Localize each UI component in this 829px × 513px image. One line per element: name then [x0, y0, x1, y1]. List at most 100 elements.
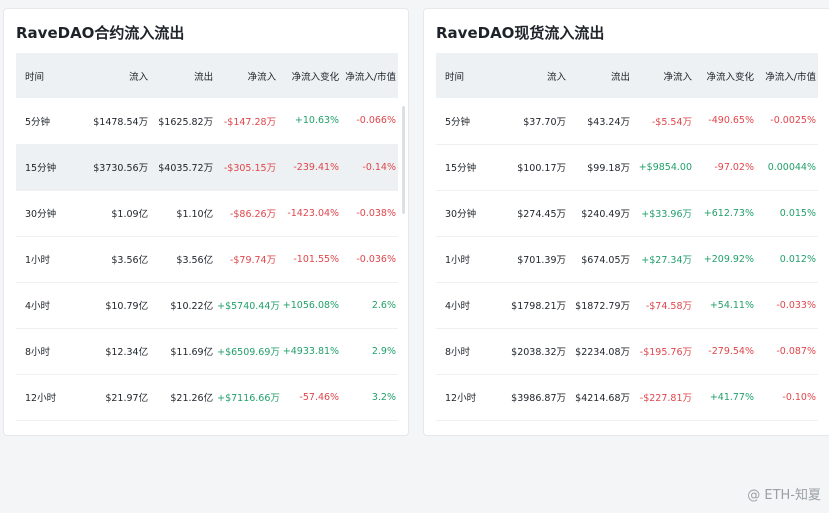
- cell-net-change: -239.41%: [293, 161, 340, 173]
- cell-net-change: +54.11%: [709, 299, 754, 311]
- cell-net-ratio: 3.2%: [371, 391, 396, 403]
- cell-net-ratio: 0.015%: [779, 207, 816, 219]
- cell-net-inflow: +$27.34万: [641, 255, 692, 266]
- cell-outflow: $4035.72万: [158, 163, 214, 174]
- cell-inflow: $1798.21万: [511, 301, 566, 312]
- cell-net-ratio: -0.036%: [356, 253, 396, 265]
- cell-outflow: $674.05万: [581, 255, 630, 266]
- cell-time: 15分钟: [445, 163, 477, 174]
- cell-net-ratio: 2.6%: [371, 299, 396, 311]
- table-row[interactable]: 4小时 $1798.21万 $1872.79万 -$74.58万 +54.11% -0.0…: [436, 282, 818, 328]
- cell-outflow: $11.69亿: [170, 347, 214, 358]
- table-row[interactable]: 15分钟 $100.17万 $99.18万 +$9854.00 -97.02% 0.000…: [436, 144, 818, 190]
- cell-net-change: -490.65%: [708, 115, 754, 127]
- spot-flow-table: 时间 流入 流出 净流入 净流入变化 净流入/市值 5分钟 $37.70万 $43.…: [436, 53, 818, 421]
- table-row[interactable]: 1小时 $701.39万 $674.05万 +$27.34万 +209.92% 0.012…: [436, 236, 818, 282]
- cell-net-ratio: -0.14%: [362, 161, 396, 173]
- table-row[interactable]: 12小时 $3986.87万 $4214.68万 -$227.81万 +41.77% -0…: [436, 374, 818, 420]
- cell-outflow: $1625.82万: [158, 116, 214, 128]
- cell-time: 5分钟: [445, 116, 471, 128]
- col-header-net: 净流入: [247, 71, 277, 83]
- futures-flow-table: 时间 流入 流出 净流入 净流入变化 净流入/市值 5分钟 $1478.54万 $1…: [16, 53, 398, 421]
- cell-net-change: -279.54%: [708, 345, 754, 357]
- table-row[interactable]: 5分钟 $37.70万 $43.24万 -$5.54万 -490.65% -0.0025%: [436, 98, 818, 144]
- cell-net-inflow: +$7116.66万: [217, 393, 280, 404]
- cell-net-ratio: -0.038%: [356, 207, 396, 219]
- futures-table-scrollbar[interactable]: [402, 106, 405, 214]
- cell-inflow: $10.79亿: [105, 301, 149, 312]
- cell-outflow: $99.18万: [587, 163, 630, 174]
- spot-table-container[interactable]: 时间 流入 流出 净流入 净流入变化 净流入/市值 5分钟 $37.70万 $43.…: [436, 53, 818, 429]
- cell-net-change: +41.77%: [709, 391, 754, 403]
- spot-flow-card: RaveDAO现货流入流出 时间 流入 流出 净流入 净流入变化 净流入/市值 …: [423, 8, 829, 436]
- col-header-ratio: 净流入/市值: [765, 71, 816, 83]
- cell-inflow: $12.34亿: [105, 347, 149, 358]
- table-row[interactable]: 30分钟 $274.45万 $240.49万 +$33.96万 +612.73% 0.01…: [436, 190, 818, 236]
- cell-inflow: $3986.87万: [511, 393, 566, 404]
- cell-net-ratio: 0.012%: [779, 253, 816, 265]
- cell-net-ratio: -0.10%: [782, 391, 816, 403]
- cell-outflow: $1.10亿: [176, 209, 214, 220]
- table-row[interactable]: 30分钟 $1.09亿 $1.10亿 -$86.26万 -1423.04% -0.038%: [16, 190, 398, 236]
- cell-net-inflow: -$195.76万: [639, 347, 692, 358]
- cell-net-inflow: -$79.74万: [229, 255, 277, 266]
- cell-time: 4小时: [25, 301, 51, 312]
- col-header-time: 时间: [445, 71, 465, 83]
- table-row[interactable]: 15分钟 $3730.56万 $4035.72万 -$305.15万 -239.41% -…: [16, 144, 398, 190]
- cell-inflow: $274.45万: [517, 209, 566, 220]
- cell-time: 12小时: [445, 393, 477, 404]
- futures-card-title: RaveDAO合约流入流出: [16, 24, 185, 42]
- cell-time: 1小时: [25, 255, 51, 266]
- cell-time: 1小时: [445, 255, 471, 266]
- cell-net-inflow: +$33.96万: [641, 209, 692, 220]
- cell-inflow: $21.97亿: [105, 393, 149, 404]
- table-row[interactable]: 8小时 $2038.32万 $2234.08万 -$195.76万 -279.54% -0…: [436, 328, 818, 374]
- cell-time: 4小时: [445, 301, 471, 312]
- cell-time: 30分钟: [445, 209, 477, 220]
- cell-outflow: $240.49万: [581, 209, 630, 220]
- col-header-inflow: 流入: [546, 71, 566, 83]
- cell-net-change: +209.92%: [703, 253, 754, 265]
- cell-net-change: -101.55%: [293, 253, 340, 265]
- table-row[interactable]: 12小时 $21.97亿 $21.26亿 +$7116.66万 -57.46% 3.2%: [16, 374, 398, 420]
- table-row[interactable]: 4小时 $10.79亿 $10.22亿 +$5740.44万 +1056.08% 2.6%: [16, 282, 398, 328]
- cell-net-inflow: +$6509.69万: [217, 347, 280, 358]
- cell-net-ratio: -0.0025%: [770, 115, 816, 127]
- cell-net-inflow: +$5740.44万: [217, 301, 280, 312]
- table-row[interactable]: 8小时 $12.34亿 $11.69亿 +$6509.69万 +4933.81% 2.9%: [16, 328, 398, 374]
- cell-outflow: $10.22亿: [170, 301, 214, 312]
- cell-time: 8小时: [445, 347, 471, 358]
- cell-time: 5分钟: [25, 116, 51, 128]
- cell-net-inflow: -$86.26万: [229, 209, 277, 220]
- col-header-ratio: 净流入/市值: [345, 71, 396, 83]
- cell-net-inflow: -$147.28万: [223, 116, 277, 128]
- col-header-time: 时间: [25, 71, 45, 83]
- cell-net-change: +1056.08%: [282, 299, 340, 311]
- col-header-change: 净流入变化: [706, 71, 754, 83]
- cell-net-ratio: -0.066%: [356, 115, 396, 127]
- cell-inflow: $100.17万: [517, 163, 566, 174]
- cell-net-ratio: 2.9%: [371, 345, 396, 357]
- table-row[interactable]: 1小时 $3.56亿 $3.56亿 -$79.74万 -101.55% -0.036%: [16, 236, 398, 282]
- cell-net-change: -97.02%: [714, 161, 754, 173]
- cell-outflow: $1872.79万: [575, 301, 630, 312]
- col-header-inflow: 流入: [129, 71, 149, 83]
- cell-inflow: $701.39万: [517, 255, 566, 266]
- cell-inflow: $1478.54万: [93, 116, 149, 128]
- cell-outflow: $3.56亿: [176, 255, 214, 266]
- cell-net-change: +612.73%: [703, 207, 754, 219]
- cell-net-inflow: -$305.15万: [223, 163, 277, 174]
- table-row[interactable]: 5分钟 $1478.54万 $1625.82万 -$147.28万 +10.63% -0.…: [16, 98, 398, 144]
- col-header-net: 净流入: [663, 71, 692, 83]
- cell-net-inflow: -$5.54万: [651, 116, 692, 128]
- cell-time: 8小时: [25, 347, 51, 358]
- table-header-row: 时间 流入 流出 净流入 净流入变化 净流入/市值: [436, 53, 818, 98]
- cell-inflow: $3.56亿: [111, 255, 149, 266]
- cell-net-ratio: -0.087%: [776, 345, 816, 357]
- cell-outflow: $21.26亿: [170, 393, 214, 404]
- cell-net-change: +4933.81%: [282, 345, 340, 357]
- futures-table-container[interactable]: 时间 流入 流出 净流入 净流入变化 净流入/市值 5分钟 $1478.54万 $1…: [16, 53, 398, 429]
- cell-time: 12小时: [25, 393, 57, 404]
- futures-flow-card: RaveDAO合约流入流出 时间 流入 流出 净流入 净流入变化 净流入/市值 …: [3, 8, 409, 436]
- watermark-text: @ ETH-知夏: [747, 488, 821, 503]
